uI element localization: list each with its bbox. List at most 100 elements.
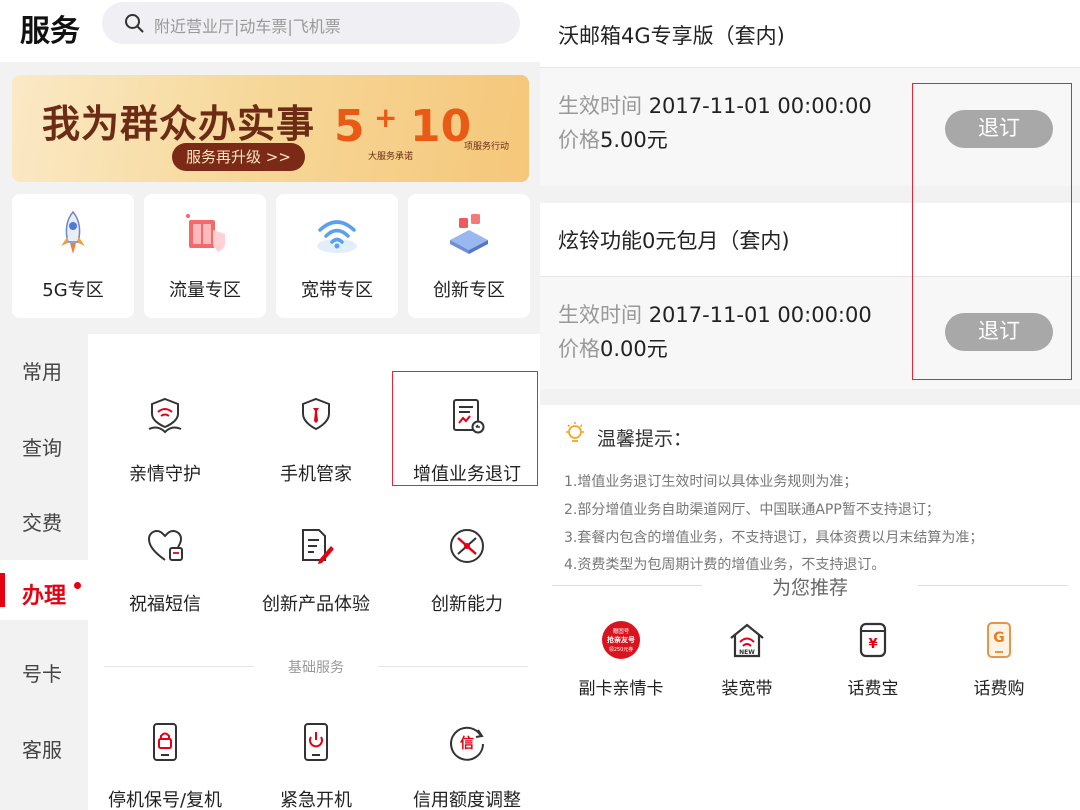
- price-label: 价格: [558, 128, 600, 152]
- sidebar-item-support[interactable]: 客服: [0, 716, 88, 776]
- sidebar-item-handle[interactable]: 办理: [0, 560, 88, 620]
- zone-broadband[interactable]: 宽带专区: [276, 194, 398, 318]
- rocket-icon: [61, 210, 85, 254]
- innovation-icon: [450, 214, 488, 254]
- banner-plus: +: [374, 101, 398, 134]
- recommend-item-broadband[interactable]: NEW 装宽带: [684, 620, 810, 700]
- badge-text: NEW: [739, 649, 755, 656]
- zone-label: 创新专区: [433, 280, 505, 301]
- effective-time-label: 生效时间: [558, 303, 642, 327]
- banner-number-5: 5: [334, 101, 365, 152]
- section-divider: 基础服务: [104, 656, 528, 676]
- highlight-box-unsubscribe: [392, 371, 538, 486]
- divider-line-right: [378, 666, 528, 667]
- recommend-item-family-card[interactable]: 赠固号 抢亲友号 领250元券 副卡亲情卡: [558, 620, 684, 700]
- sidebar-item-label: 号卡: [22, 662, 62, 686]
- recommend-label: 话费购: [973, 679, 1025, 699]
- recommend-label: 副卡亲情卡: [578, 679, 664, 699]
- tips-section: 温馨提示： 1.增值业务退订生效时间以具体业务规则为准； 2.部分增值业务自助渠…: [540, 405, 1080, 810]
- sidebar-item-label: 交费: [22, 511, 62, 535]
- banner-number-10: 10: [410, 101, 472, 152]
- heart-sms-icon: [147, 529, 183, 561]
- phone-butler-icon: [302, 397, 330, 431]
- zone-data[interactable]: 流量专区: [144, 194, 266, 318]
- package-title-row: 沃邮箱4G专享版（套内): [540, 0, 1080, 68]
- zone-5g[interactable]: 5G专区: [12, 194, 134, 318]
- service-label: 祝福短信: [129, 594, 201, 615]
- zone-label: 5G专区: [42, 280, 104, 301]
- service-innovative-trial[interactable]: 创新产品体验: [241, 526, 391, 636]
- icon-glyph: G: [993, 630, 1005, 646]
- credit-glyph: 信: [460, 735, 474, 752]
- bill-shop-icon: G: [987, 622, 1011, 658]
- zone-grid: 5G专区 流量专区 宽带专区 创新专区: [12, 194, 530, 318]
- price-value: 0.00元: [600, 337, 668, 361]
- recommend-label: 话费宝: [847, 679, 899, 699]
- tip-line: 3.套餐内包含的增值业务，不支持退订，具体资费以月末结算为准；: [564, 530, 984, 546]
- service-greeting-sms[interactable]: 祝福短信: [90, 526, 240, 636]
- service-label: 创新能力: [431, 594, 503, 615]
- package-title: 沃邮箱4G专享版（套内): [558, 24, 785, 48]
- sidebar-item-label: 客服: [22, 738, 62, 762]
- banner-upgrade-button[interactable]: 服务再升级 >>: [172, 143, 305, 171]
- sidebar-item-common[interactable]: 常用: [0, 338, 88, 398]
- service-panel: 服务 附近营业厅|动车票|飞机票 我为群众办实事 服务再升级 >> 5 + 10…: [0, 0, 540, 810]
- service-label: 创新产品体验: [262, 594, 370, 615]
- phone-power-icon: [304, 723, 328, 761]
- banner-sub-10: 项服务行动: [464, 142, 510, 152]
- zone-label: 宽带专区: [301, 280, 373, 301]
- price: 价格5.00元: [558, 124, 668, 154]
- banner-sub-5: 大服务承诺: [368, 152, 414, 162]
- new-dot-badge: [74, 582, 81, 589]
- zone-innovation[interactable]: 创新专区: [408, 194, 530, 318]
- sidebar-item-sim[interactable]: 号卡: [0, 640, 88, 700]
- sidebar-item-query[interactable]: 查询: [0, 414, 88, 474]
- tips-title: 温馨提示：: [597, 428, 693, 450]
- doc-pen-icon: [302, 529, 334, 564]
- bill-treasure-icon: ¥: [859, 622, 887, 658]
- sidebar-item-label: 常用: [22, 360, 62, 384]
- sidebar-item-payment[interactable]: 交费: [0, 489, 88, 549]
- family-card-icon: 赠固号 抢亲友号 领250元券: [602, 621, 640, 659]
- service-family-guard[interactable]: 亲情守护: [90, 396, 240, 506]
- capability-icon: [450, 529, 484, 563]
- service-suspend-resume[interactable]: 停机保号/复机: [90, 722, 240, 810]
- promo-banner[interactable]: 我为群众办实事 服务再升级 >> 5 + 10 大服务承诺 项服务行动: [12, 75, 529, 182]
- tip-line: 2.部分增值业务自助渠道网厅、中国联通APP暂不支持退订；: [564, 502, 940, 518]
- phone-lock-icon: [153, 723, 177, 761]
- search-input[interactable]: 附近营业厅|动车票|飞机票: [102, 2, 520, 44]
- recommend-label: 装宽带: [721, 679, 773, 699]
- effective-time: 生效时间 2017-11-01 00:00:00: [558, 90, 872, 120]
- effective-time-value: 2017-11-01 00:00:00: [648, 94, 872, 118]
- service-label: 亲情守护: [129, 464, 201, 485]
- icon-glyph: ¥: [868, 637, 877, 652]
- divider-line-right: [918, 585, 1068, 586]
- page-title: 服务: [20, 14, 80, 49]
- service-label: 信用额度调整: [413, 790, 521, 810]
- section-label: 基础服务: [288, 660, 344, 676]
- effective-time-label: 生效时间: [558, 94, 642, 118]
- recommend-title: 为您推荐: [771, 577, 848, 599]
- effective-time: 生效时间 2017-11-01 00:00:00: [558, 299, 872, 329]
- badge-text: 抢亲友号: [607, 635, 635, 644]
- service-phone-butler[interactable]: 手机管家: [241, 396, 391, 506]
- effective-time-value: 2017-11-01 00:00:00: [648, 303, 872, 327]
- service-innovative-capability[interactable]: 创新能力: [392, 526, 540, 636]
- service-label: 紧急开机: [280, 790, 352, 810]
- lightbulb-icon: [566, 422, 584, 442]
- data-box-icon: [186, 214, 225, 252]
- broadband-new-icon: NEW: [730, 623, 764, 658]
- tip-line: 4.资费类型为包周期计费的增值业务，不支持退订。: [564, 557, 886, 573]
- tip-line: 1.增值业务退订生效时间以具体业务规则为准；: [564, 474, 858, 490]
- service-emergency-activation[interactable]: 紧急开机: [241, 722, 391, 810]
- recommend-header: 为您推荐: [552, 573, 1068, 599]
- top-bar: 服务 附近营业厅|动车票|飞机票: [0, 0, 540, 62]
- badge-text: 赠固号: [613, 627, 630, 635]
- credit-icon: 信: [450, 726, 484, 761]
- zone-label: 流量专区: [169, 280, 241, 301]
- service-credit-adjust[interactable]: 信 信用额度调整: [392, 722, 540, 810]
- active-indicator: [0, 573, 5, 607]
- recommend-item-bill-shop[interactable]: G 话费购: [936, 620, 1062, 700]
- recommend-item-bill-treasure[interactable]: ¥ 话费宝: [810, 620, 936, 700]
- sidebar-item-label: 查询: [22, 436, 62, 460]
